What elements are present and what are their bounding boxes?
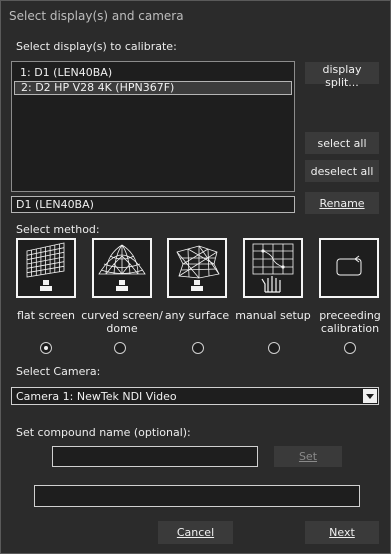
set-button-label: Set: [298, 450, 318, 463]
method-any-surface-tile[interactable]: [167, 238, 227, 298]
method-dome-label: curved screen/ dome: [79, 309, 165, 335]
method-label-line: calibration: [320, 322, 380, 335]
method-label-line: preceeding: [319, 309, 381, 322]
compound-name-input[interactable]: [52, 446, 258, 467]
any-surface-mesh-icon: [176, 245, 220, 291]
camera-section-label: Select Camera:: [16, 365, 101, 378]
display-list-item-selected[interactable]: 2: D2 HP V28 4K (HPN367F): [14, 81, 292, 95]
next-button-label: Next: [329, 526, 355, 539]
compound-section-label: Set compound name (optional):: [16, 426, 191, 439]
rename-button[interactable]: Rename: [305, 192, 379, 214]
chevron-down-icon[interactable]: [363, 389, 377, 403]
status-field: [34, 485, 360, 507]
method-preceeding-calibration-radio[interactable]: [344, 342, 356, 354]
method-any-surface-radio[interactable]: [192, 342, 204, 354]
cancel-button[interactable]: Cancel: [158, 521, 233, 544]
method-preceeding-calibration-label: preceeding calibration: [311, 309, 389, 335]
method-dome-tile[interactable]: [92, 238, 152, 298]
method-manual-setup-tile[interactable]: [243, 238, 303, 298]
manual-setup-hand-icon: [252, 243, 294, 293]
displays-section-label: Select display(s) to calibrate:: [16, 40, 177, 53]
display-name-field[interactable]: D1 (LEN40BA): [11, 196, 295, 213]
flat-screen-mesh-icon: [26, 242, 65, 291]
dialog-window: Select display(s) and camera Select disp…: [0, 0, 391, 554]
method-section-label: Select method:: [16, 223, 100, 236]
camera-select-value: Camera 1: NewTek NDI Video: [16, 390, 177, 403]
method-flat-screen-label: flat screen: [6, 309, 86, 322]
next-button[interactable]: Next: [305, 521, 379, 544]
method-any-surface-label: any surface: [157, 309, 237, 322]
preceeding-calibration-icon: [336, 255, 362, 276]
method-manual-setup-radio[interactable]: [268, 342, 280, 354]
select-all-button[interactable]: select all: [305, 132, 379, 154]
display-list-item[interactable]: 1: D1 (LEN40BA): [14, 66, 292, 80]
window-title: Select display(s) and camera: [9, 9, 184, 23]
method-label-line: any surface: [164, 309, 230, 322]
camera-select[interactable]: Camera 1: NewTek NDI Video: [11, 387, 379, 405]
set-button[interactable]: Set: [274, 446, 342, 467]
method-label-line: manual setup: [235, 309, 311, 322]
method-preceeding-calibration-tile[interactable]: [319, 238, 379, 298]
method-label-line: dome: [106, 322, 138, 335]
rename-button-label: Rename: [319, 196, 365, 210]
method-flat-screen-radio[interactable]: [40, 342, 52, 354]
method-flat-screen-tile[interactable]: [16, 238, 76, 298]
method-label-line: flat screen: [16, 309, 76, 322]
display-split-button[interactable]: display split...: [305, 62, 379, 89]
cancel-button-label: Cancel: [176, 526, 215, 539]
dome-mesh-icon: [98, 244, 146, 291]
display-list[interactable]: 1: D1 (LEN40BA) 2: D2 HP V28 4K (HPN367F…: [11, 61, 295, 192]
title-bar: Select display(s) and camera: [1, 1, 390, 32]
deselect-all-button[interactable]: deselect all: [305, 160, 379, 182]
method-dome-radio[interactable]: [114, 342, 126, 354]
method-label-line: curved screen/: [81, 309, 163, 322]
method-manual-setup-label: manual setup: [232, 309, 314, 322]
